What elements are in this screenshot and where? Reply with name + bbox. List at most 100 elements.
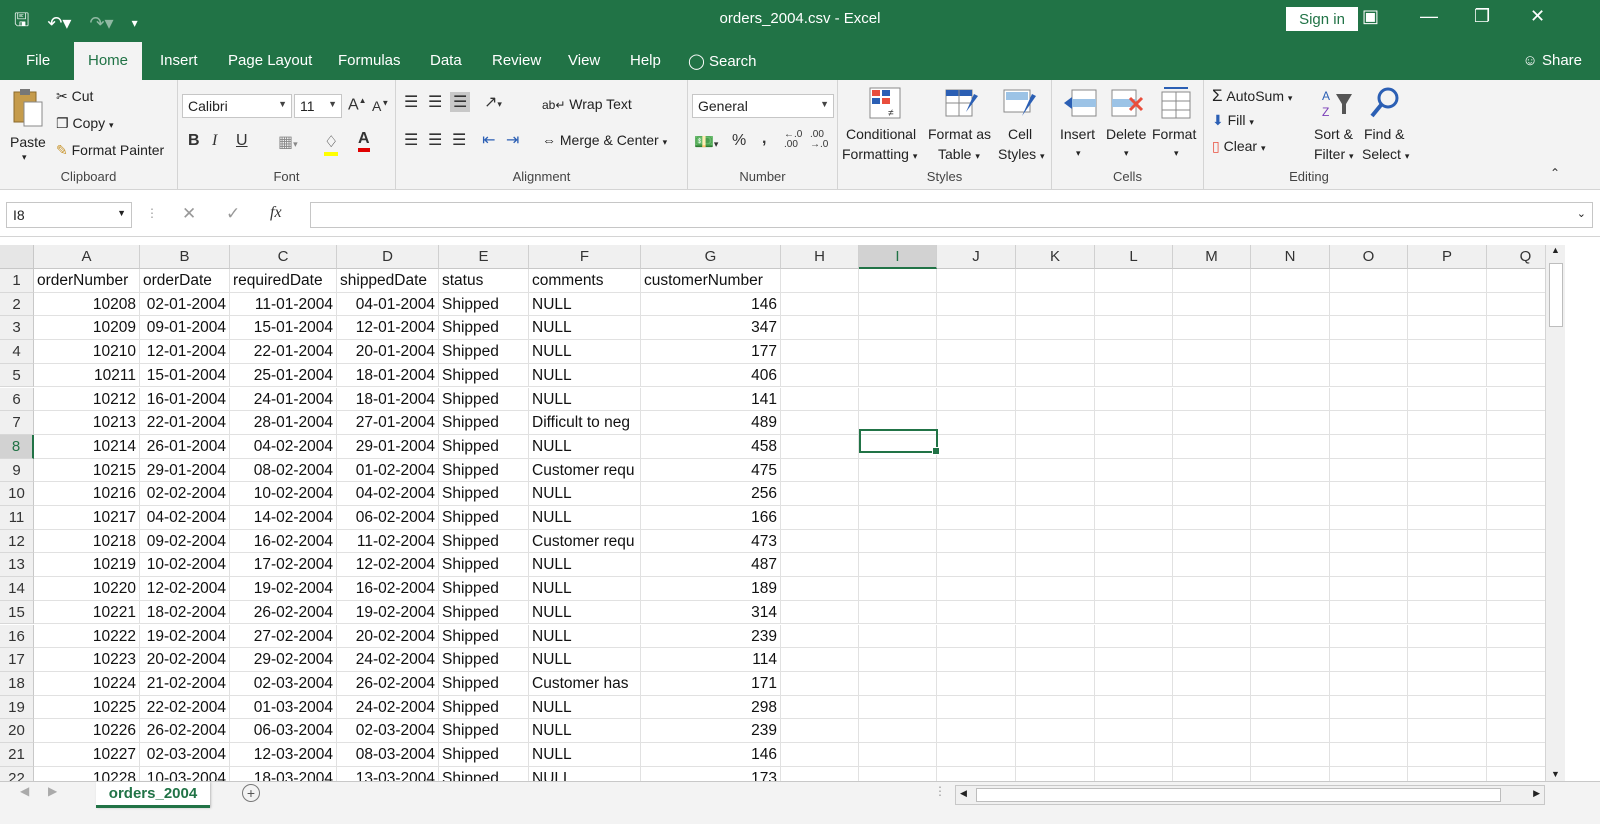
cell-styles-button[interactable]: Cell Styles ▾ — [998, 86, 1050, 166]
table-cell[interactable]: 10221 — [34, 600, 140, 625]
format-cells-button[interactable]: Format ▾ — [1152, 86, 1202, 166]
row-header-8[interactable]: 8 — [0, 434, 34, 459]
table-cell[interactable] — [1408, 482, 1487, 506]
table-cell[interactable] — [859, 316, 937, 341]
table-cell[interactable] — [937, 482, 1016, 506]
tab-review[interactable]: Review — [492, 52, 541, 69]
table-cell[interactable]: 22-01-2004 — [140, 411, 230, 435]
header-cell[interactable] — [1016, 269, 1095, 293]
table-cell[interactable] — [1016, 695, 1095, 720]
table-cell[interactable]: 10209 — [34, 316, 140, 341]
autosum-button[interactable]: Σ AutoSum ▾ — [1212, 86, 1292, 106]
table-cell[interactable] — [1095, 671, 1173, 696]
table-cell[interactable] — [781, 458, 859, 483]
table-cell[interactable] — [1408, 434, 1487, 459]
column-header-a[interactable]: A — [34, 245, 140, 269]
table-cell[interactable]: Customer has — [529, 671, 641, 696]
tab-formulas[interactable]: Formulas — [338, 52, 401, 69]
table-cell[interactable]: NULL — [529, 340, 641, 364]
table-cell[interactable] — [1251, 671, 1330, 696]
table-cell[interactable] — [937, 387, 1016, 412]
clear-button[interactable]: ▯ Clear ▾ — [1212, 138, 1266, 155]
table-cell[interactable]: 06-03-2004 — [230, 719, 337, 743]
table-cell[interactable] — [1251, 434, 1330, 459]
table-cell[interactable] — [1408, 387, 1487, 412]
row-header-22[interactable]: 22 — [0, 766, 34, 781]
table-cell[interactable]: 473 — [641, 529, 781, 554]
tab-file[interactable]: File — [26, 52, 50, 69]
table-cell[interactable] — [1173, 506, 1251, 530]
table-cell[interactable] — [859, 506, 937, 530]
table-cell[interactable]: 10225 — [34, 695, 140, 720]
table-cell[interactable] — [1330, 766, 1408, 781]
table-cell[interactable]: Shipped — [439, 766, 529, 781]
table-cell[interactable] — [1330, 743, 1408, 767]
select-all-corner[interactable] — [0, 245, 34, 269]
table-cell[interactable]: 22-01-2004 — [230, 340, 337, 364]
column-header-m[interactable]: M — [1173, 245, 1251, 269]
number-format-select[interactable]: General ▼ — [692, 94, 834, 118]
table-cell[interactable] — [1095, 695, 1173, 720]
vertical-scroll-thumb[interactable] — [1549, 263, 1563, 327]
table-cell[interactable]: Customer requ — [529, 458, 641, 483]
ribbon-display-icon[interactable]: ▣ — [1362, 6, 1379, 27]
table-cell[interactable] — [1173, 482, 1251, 506]
table-cell[interactable] — [1330, 506, 1408, 530]
table-cell[interactable] — [1016, 506, 1095, 530]
table-cell[interactable]: 01-02-2004 — [337, 458, 439, 483]
table-cell[interactable]: 11-01-2004 — [230, 292, 337, 317]
table-cell[interactable] — [1095, 600, 1173, 625]
header-cell[interactable] — [781, 269, 859, 293]
table-cell[interactable]: 10-02-2004 — [140, 553, 230, 578]
column-header-f[interactable]: F — [529, 245, 641, 269]
table-cell[interactable]: Shipped — [439, 719, 529, 743]
close-icon[interactable]: ✕ — [1530, 6, 1545, 27]
table-cell[interactable]: 10227 — [34, 743, 140, 767]
table-cell[interactable] — [859, 458, 937, 483]
row-header-19[interactable]: 19 — [0, 695, 34, 720]
row-header-1[interactable]: 1 — [0, 269, 34, 293]
next-sheet-icon[interactable]: ▶ — [48, 784, 57, 798]
table-cell[interactable]: NULL — [529, 648, 641, 672]
table-cell[interactable] — [937, 695, 1016, 720]
table-cell[interactable] — [1016, 363, 1095, 388]
table-cell[interactable]: 20-02-2004 — [337, 624, 439, 649]
table-cell[interactable]: NULL — [529, 363, 641, 388]
table-cell[interactable]: 10216 — [34, 482, 140, 506]
table-cell[interactable]: Shipped — [439, 292, 529, 317]
table-cell[interactable]: 17-02-2004 — [230, 553, 337, 578]
name-box[interactable]: I8 ▼ — [6, 202, 132, 228]
table-cell[interactable] — [937, 316, 1016, 341]
table-cell[interactable] — [781, 577, 859, 601]
table-cell[interactable] — [1173, 624, 1251, 649]
comma-style-button[interactable]: , — [762, 130, 766, 148]
table-cell[interactable]: 239 — [641, 719, 781, 743]
format-painter-button[interactable]: ✎ Format Painter — [56, 142, 164, 159]
delete-cells-button[interactable]: Delete ▾ — [1102, 86, 1152, 166]
table-cell[interactable] — [1408, 766, 1487, 781]
table-cell[interactable]: 14-02-2004 — [230, 506, 337, 530]
table-cell[interactable] — [1330, 695, 1408, 720]
column-header-j[interactable]: J — [937, 245, 1016, 269]
table-cell[interactable]: NULL — [529, 316, 641, 341]
table-cell[interactable] — [1251, 529, 1330, 554]
table-cell[interactable] — [781, 363, 859, 388]
table-cell[interactable] — [781, 340, 859, 364]
header-cell[interactable] — [1095, 269, 1173, 293]
table-cell[interactable] — [859, 340, 937, 364]
table-cell[interactable]: 487 — [641, 553, 781, 578]
column-header-l[interactable]: L — [1095, 245, 1173, 269]
table-cell[interactable]: 04-02-2004 — [140, 506, 230, 530]
table-cell[interactable]: 10219 — [34, 553, 140, 578]
table-cell[interactable] — [1330, 529, 1408, 554]
percent-style-button[interactable]: % — [732, 132, 746, 150]
table-cell[interactable] — [1251, 292, 1330, 317]
table-cell[interactable]: NULL — [529, 600, 641, 625]
table-cell[interactable] — [859, 766, 937, 781]
table-cell[interactable] — [1173, 363, 1251, 388]
table-cell[interactable] — [859, 482, 937, 506]
header-cell[interactable]: requiredDate — [230, 269, 337, 293]
table-cell[interactable] — [1251, 316, 1330, 341]
table-cell[interactable]: 166 — [641, 506, 781, 530]
row-header-12[interactable]: 12 — [0, 529, 34, 554]
